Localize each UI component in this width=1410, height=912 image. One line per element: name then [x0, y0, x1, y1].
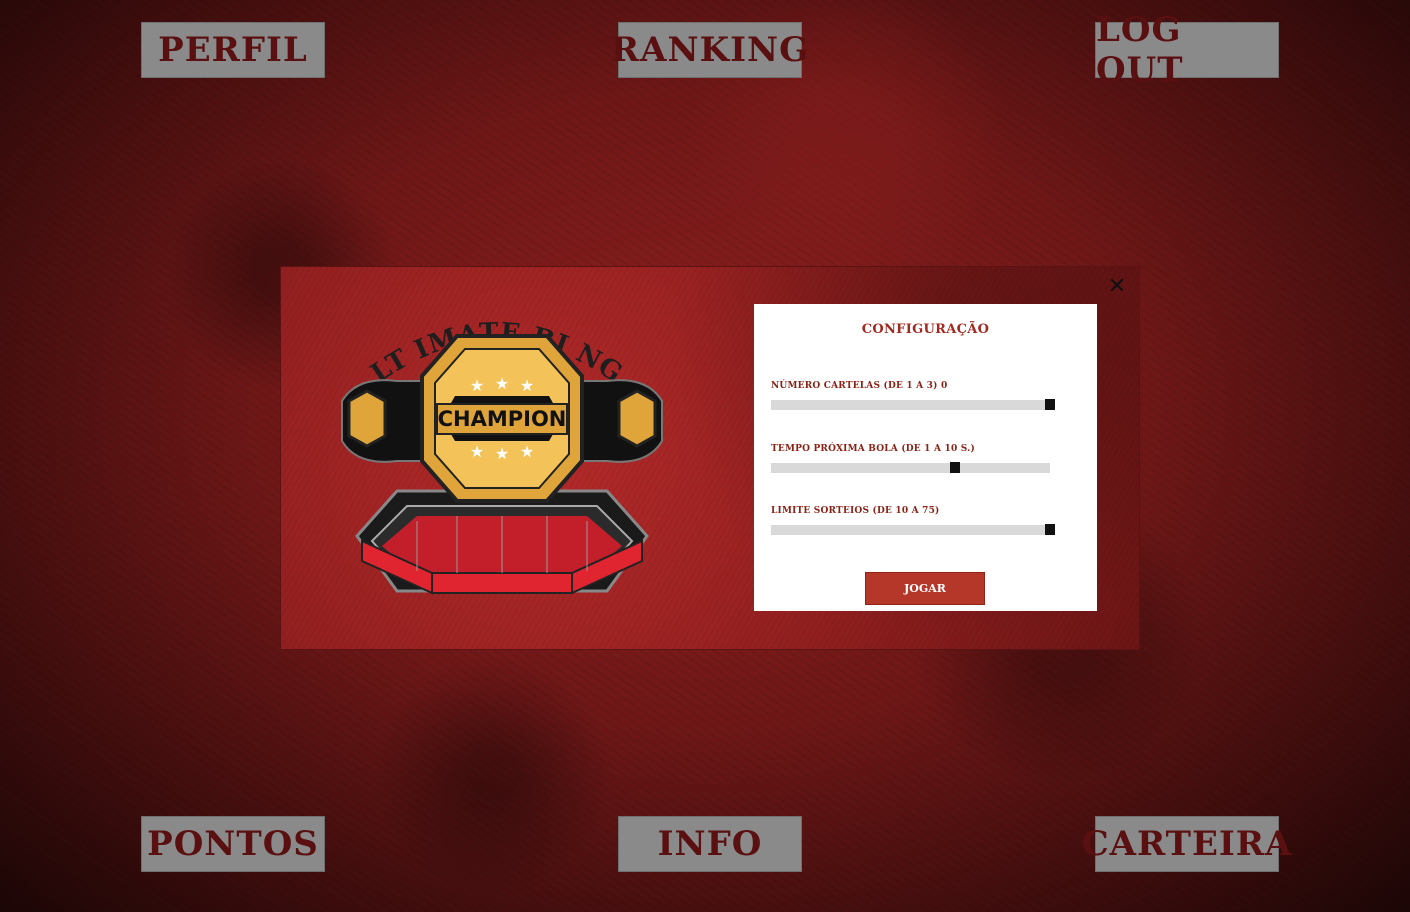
svg-text:★: ★ — [520, 442, 534, 461]
tempo-label: Tempo próxima bola (de 1 a 10 s.) — [771, 444, 975, 454]
cartelas-slider[interactable] — [771, 399, 1055, 410]
config-title: CONFIGURAÇÃO — [861, 322, 990, 337]
ranking-button[interactable]: RANKING — [611, 22, 808, 78]
slider-thumb[interactable] — [950, 462, 961, 473]
tempo-field: Tempo próxima bola (de 1 a 10 s.) — [771, 444, 1051, 473]
slider-thumb[interactable] — [1045, 524, 1055, 535]
svg-text:★: ★ — [520, 376, 534, 395]
tempo-slider[interactable] — [771, 462, 1050, 473]
cartelas-label: Número cartelas (de 1 a 3) 0 — [771, 381, 948, 391]
perfil-button[interactable]: PERFIL — [141, 22, 325, 78]
logout-button[interactable]: LOG OUT — [1095, 10, 1279, 90]
logo-badge-text: CHAMPION — [438, 407, 567, 431]
svg-text:★: ★ — [495, 444, 509, 463]
slider-thumb[interactable] — [1045, 399, 1055, 410]
svg-text:★: ★ — [495, 374, 509, 393]
pontos-button[interactable]: PONTOS — [141, 816, 325, 872]
carteira-button[interactable]: CARTEIRA — [1082, 816, 1291, 872]
champion-belt-logo: ULT IMATE BI NGO CHAMPION ★★★ ★★★ — [337, 291, 663, 595]
jogar-button[interactable]: JOGAR — [865, 572, 985, 605]
config-panel: CONFIGURAÇÃO Número cartelas (de 1 a 3) … — [754, 304, 1097, 611]
info-button[interactable]: INFO — [618, 816, 802, 872]
svg-text:★: ★ — [470, 376, 484, 395]
svg-text:★: ★ — [470, 442, 484, 461]
sorteios-field: Limite sorteios (de 10 a 75) — [771, 506, 1055, 535]
config-modal: ✕ ULT IMATE BI NGO CHAMPION ★★★ — [280, 266, 1140, 650]
close-icon[interactable]: ✕ — [1105, 275, 1129, 299]
sorteios-slider[interactable] — [771, 524, 1055, 535]
sorteios-label: Limite sorteios (de 10 a 75) — [771, 506, 940, 516]
cartelas-field: Número cartelas (de 1 a 3) 0 — [771, 381, 1055, 410]
